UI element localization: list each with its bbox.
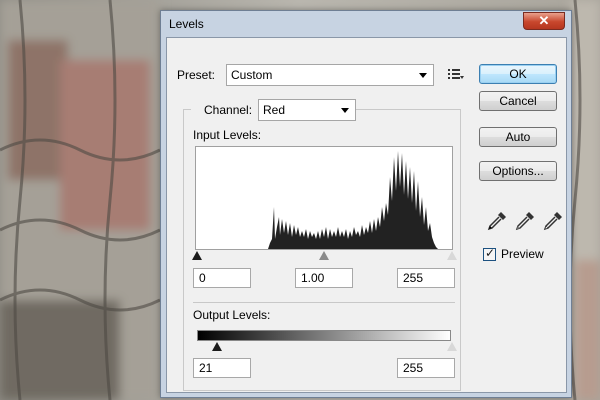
histogram-graph — [268, 151, 438, 249]
preset-dropdown[interactable]: Custom — [226, 64, 434, 86]
input-highlight-slider[interactable] — [447, 251, 457, 260]
gray-point-eyedropper-icon[interactable] — [513, 209, 537, 233]
title-bar[interactable]: Levels ✕ — [161, 11, 571, 37]
cancel-button[interactable]: Cancel — [479, 91, 557, 111]
white-point-eyedropper-icon[interactable] — [541, 209, 565, 233]
auto-button[interactable]: Auto — [479, 127, 557, 147]
dialog-body: Preset: Custom Channel: Red Input Levels… — [166, 37, 567, 393]
histogram — [195, 146, 453, 250]
output-shadow-field[interactable]: 21 — [193, 358, 251, 378]
close-button[interactable]: ✕ — [523, 12, 565, 30]
output-gradient-bar — [197, 330, 451, 341]
input-gamma-field[interactable]: 1.00 — [295, 268, 353, 288]
input-gamma-slider[interactable] — [319, 251, 329, 260]
checkmark-icon: ✓ — [485, 246, 496, 260]
window-title: Levels — [169, 17, 204, 31]
input-shadow-field[interactable]: 0 — [193, 268, 251, 288]
channel-label: Channel: — [204, 103, 253, 117]
output-highlight-field[interactable]: 255 — [397, 358, 455, 378]
output-shadow-slider[interactable] — [212, 342, 222, 351]
chevron-down-icon — [419, 73, 427, 78]
input-highlight-field[interactable]: 255 — [397, 268, 455, 288]
black-point-eyedropper-icon[interactable] — [485, 209, 509, 233]
chevron-down-icon — [341, 108, 349, 113]
input-shadow-slider[interactable] — [192, 251, 202, 260]
ok-button[interactable]: OK — [479, 64, 557, 84]
preset-label: Preset: — [177, 68, 216, 82]
group-label-area: Channel: Red — [191, 99, 356, 121]
preset-value: Custom — [231, 68, 273, 82]
levels-dialog: Levels ✕ Preset: Custom Channel: Red Inp… — [160, 10, 572, 398]
preview-checkbox[interactable]: ✓ — [483, 246, 496, 261]
output-levels-label: Output Levels: — [193, 308, 271, 322]
options-button[interactable]: Options... — [479, 161, 557, 181]
preset-options-icon[interactable] — [448, 68, 464, 80]
input-levels-label: Input Levels: — [193, 128, 262, 142]
close-icon: ✕ — [538, 13, 550, 28]
preview-label[interactable]: Preview — [501, 247, 544, 261]
channel-dropdown[interactable]: Red — [258, 99, 356, 121]
output-highlight-slider[interactable] — [447, 342, 457, 351]
section-divider — [193, 302, 455, 303]
channel-value: Red — [263, 103, 286, 117]
